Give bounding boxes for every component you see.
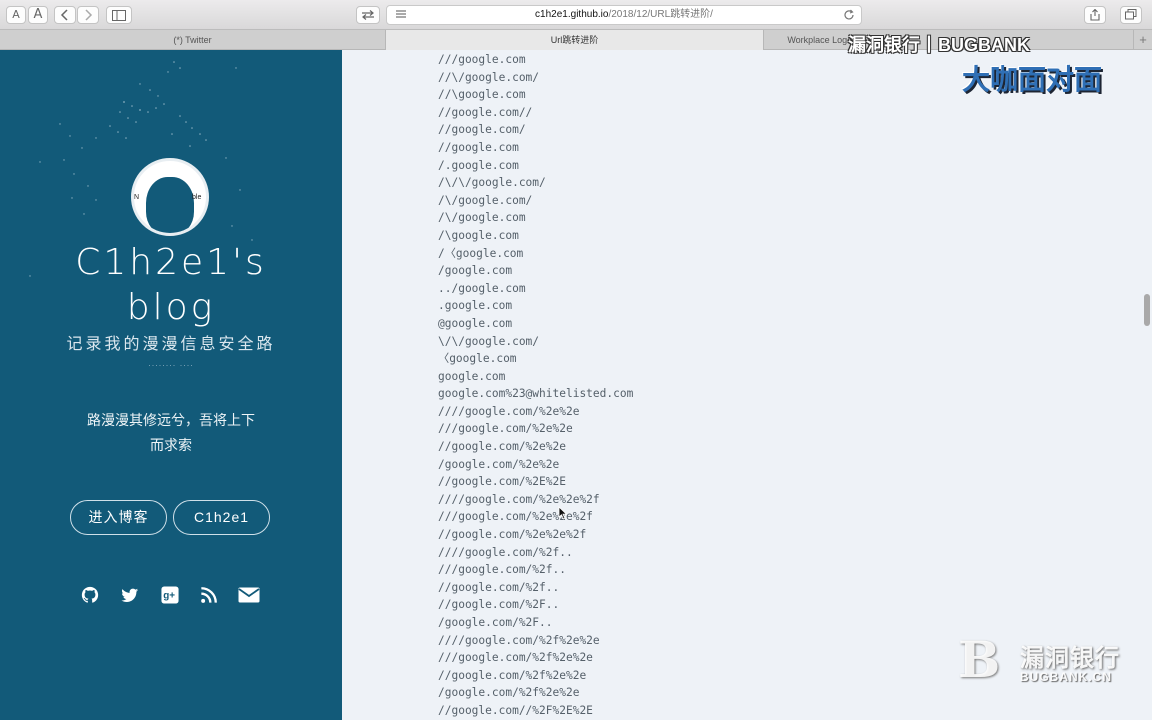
quote-line2: 而求索: [150, 437, 192, 453]
code-line: /\google.com: [438, 228, 519, 242]
reload-icon[interactable]: [843, 9, 855, 21]
code-line: 〈google.com: [438, 352, 517, 366]
code-line: //google.com/%2E%2E: [438, 475, 566, 489]
code-line: /google.com/%2e%2e: [438, 457, 560, 471]
code-line: //google.com/%2e%2e%2f: [438, 528, 587, 542]
share-button[interactable]: [1084, 6, 1106, 24]
tab-url-redirect[interactable]: Url跳转进阶: [386, 30, 764, 50]
google-plus-icon[interactable]: g+: [160, 586, 180, 604]
font-smaller-button[interactable]: A: [6, 6, 26, 24]
blog-title-line2: blog: [126, 287, 216, 328]
new-tab-button[interactable]: +: [1134, 30, 1152, 50]
code-line: //google.com/%2F..: [438, 598, 560, 612]
rss-icon[interactable]: [199, 586, 219, 604]
watermark-bugbank-header: 漏洞银行丨BUGBANK: [848, 35, 1030, 55]
url-path: /2018/12/URL跳转进阶/: [608, 9, 713, 20]
code-line: ////google.com/%2e%2e%2f: [438, 492, 600, 506]
github-icon[interactable]: [80, 586, 100, 604]
code-line: /google.com: [438, 264, 513, 278]
code-line: //\google.com: [438, 88, 526, 102]
blog-title: C1h2e1's blog: [0, 240, 342, 330]
divider-dots: ........ ....: [148, 358, 194, 368]
code-line: ///google.com/%2f..: [438, 563, 566, 577]
code-line: \/\/google.com/: [438, 334, 540, 348]
blog-subtitle: 记录我的漫漫信息安全路: [66, 336, 276, 353]
reader-toggle-button[interactable]: [356, 6, 380, 24]
code-line: ///google.com/%2f%2e%2e: [438, 651, 593, 665]
bugbank-logo-mark: B: [958, 630, 1001, 689]
enter-blog-button[interactable]: 进入博客: [70, 500, 167, 535]
share-icon: [1090, 8, 1100, 21]
code-line: /\/google.com/: [438, 193, 533, 207]
code-line: ////google.com/%2f..: [438, 545, 573, 559]
mail-icon[interactable]: [238, 586, 260, 604]
tabs-overview-button[interactable]: [1120, 6, 1142, 24]
back-button[interactable]: [54, 6, 76, 24]
watermark-title: 大咖面对面: [962, 64, 1103, 95]
svg-text:g+: g+: [163, 591, 175, 602]
address-bar[interactable]: c1h2e1.github.io/2018/12/URL跳转进阶/: [386, 5, 862, 25]
swap-icon: [362, 10, 374, 20]
avatar: N ble: [131, 158, 209, 236]
code-line: /\/google.com: [438, 211, 526, 225]
watermark-bugbank-logo: B 漏洞银行 BUGBANK.CN: [958, 632, 1134, 692]
code-line: ///google.com/%2e%2e%2f: [438, 510, 593, 524]
code-line: @google.com: [438, 316, 513, 330]
quote-line1: 路漫漫其修远兮，吾将上下: [87, 412, 255, 428]
code-line: /google.com/%2F..: [438, 616, 553, 629]
code-line: ../google.com: [438, 281, 526, 295]
blog-sidebar: N ble C1h2e1's blog 记录我的漫漫信息安全路 ........…: [0, 50, 342, 720]
tab-twitter[interactable]: (*) Twitter: [0, 30, 386, 50]
twitter-icon[interactable]: [120, 586, 140, 604]
code-line: //google.com/%2e%2e: [438, 440, 566, 454]
font-larger-button[interactable]: A: [28, 6, 48, 24]
chevron-right-icon: [85, 9, 93, 21]
tabs-icon: [1125, 9, 1137, 20]
mouse-cursor-icon: [558, 506, 568, 520]
code-line: ////google.com/%2f%2e%2e: [438, 633, 600, 647]
code-line: //google.com/%2f..: [438, 580, 560, 594]
avatar-silhouette: [146, 177, 194, 233]
sidebar-icon: [112, 10, 126, 21]
code-line: //google.com/: [438, 123, 526, 137]
avatar-text-left: N: [134, 194, 140, 201]
blog-title-line1: C1h2e1's: [75, 242, 267, 283]
code-line: /\/\/google.com/: [438, 176, 546, 190]
payload-code-block: ///google.com //\/google.com/ //\google.co…: [438, 51, 633, 720]
code-line: google.com%23@whitelisted.com: [438, 387, 634, 401]
scrollbar-thumb[interactable]: [1144, 294, 1150, 326]
code-line: //google.com//%2F%2E%2E: [438, 703, 593, 717]
forward-button[interactable]: [77, 6, 99, 24]
blog-quote: 路漫漫其修远兮，吾将上下 而求索: [0, 408, 342, 458]
code-line: ////google.com/%2e%2e: [438, 404, 580, 418]
code-line: //google.com: [438, 140, 519, 154]
code-line: .google.com: [438, 299, 513, 313]
code-line: /〈google.com: [438, 246, 524, 260]
code-line: //\/google.com/: [438, 70, 540, 84]
avatar-text-right: ble: [192, 194, 202, 201]
chevron-left-icon: [60, 9, 68, 21]
code-line: /.google.com: [438, 158, 519, 172]
url-domain: c1h2e1.github.io: [535, 9, 609, 20]
bugbank-logo-cn: 漏洞银行: [1020, 645, 1120, 672]
article-content: ///google.com //\/google.com/ //\google.co…: [342, 50, 1152, 720]
code-line: /google.com/%2f%2e%2e: [438, 686, 580, 700]
sidebar-toggle-button[interactable]: [106, 6, 132, 24]
reader-icon: [396, 10, 406, 18]
code-line: //google.com/%2f%2e%2e: [438, 668, 587, 682]
code-line: ///google.com/%2e%2e: [438, 422, 573, 436]
author-button[interactable]: C1h2e1: [173, 500, 270, 535]
code-line: //google.com//: [438, 105, 533, 119]
bugbank-logo-en: BUGBANK.CN: [1020, 670, 1112, 684]
code-line: google.com: [438, 369, 506, 383]
code-line: ///google.com: [438, 53, 526, 66]
browser-toolbar: A A c1h2e1.github.io/2018/12/URL跳转进阶/: [0, 0, 1152, 30]
